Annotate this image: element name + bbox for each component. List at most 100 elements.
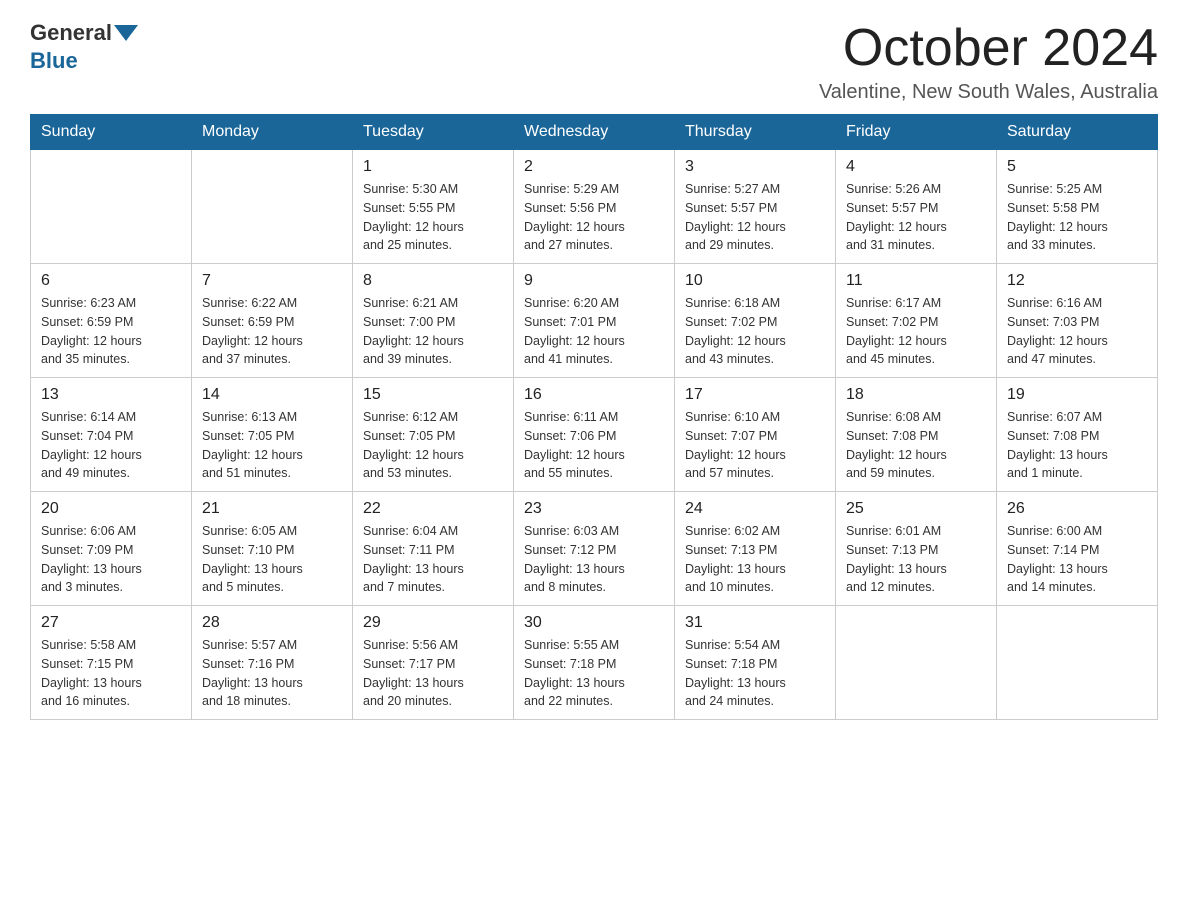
weekday-header-monday: Monday [192,115,353,150]
day-info: Sunrise: 6:06 AM Sunset: 7:09 PM Dayligh… [41,522,181,597]
calendar-week-row: 13 Sunrise: 6:14 AM Sunset: 7:04 PM Dayli… [31,378,1158,492]
calendar-cell: 9 Sunrise: 6:20 AM Sunset: 7:01 PM Daylig… [514,264,675,378]
day-number: 2 [524,158,664,176]
calendar-cell: 21Sunrise: 6:05 AM Sunset: 7:10 PM Dayli… [192,492,353,606]
day-info: Sunrise: 6:20 AM Sunset: 7:01 PM Dayligh… [524,294,664,369]
weekday-header-wednesday: Wednesday [514,115,675,150]
calendar-cell: 24Sunrise: 6:02 AM Sunset: 7:13 PM Dayli… [675,492,836,606]
calendar-cell: 19 Sunrise: 6:07 AM Sunset: 7:08 PM Dayli… [997,378,1158,492]
calendar-cell: 8Sunrise: 6:21 AM Sunset: 7:00 PM Daylig… [353,264,514,378]
day-number: 29 [363,614,503,632]
day-number: 18 [846,386,986,404]
calendar-cell [192,150,353,264]
calendar-cell: 4 Sunrise: 5:26 AM Sunset: 5:57 PM Daylig… [836,150,997,264]
day-info: Sunrise: 6:01 AM Sunset: 7:13 PM Dayligh… [846,522,986,597]
calendar-table: SundayMondayTuesdayWednesdayThursdayFrid… [30,114,1158,720]
day-info: Sunrise: 5:27 AM Sunset: 5:57 PM Dayligh… [685,180,825,255]
calendar-cell: 25Sunrise: 6:01 AM Sunset: 7:13 PM Dayli… [836,492,997,606]
day-number: 13 [41,386,181,404]
weekday-header-tuesday: Tuesday [353,115,514,150]
day-number: 21 [202,500,342,518]
day-number: 12 [1007,272,1147,290]
calendar-cell: 26 Sunrise: 6:00 AM Sunset: 7:14 PM Dayli… [997,492,1158,606]
calendar-cell: 29 Sunrise: 5:56 AM Sunset: 7:17 PM Dayli… [353,606,514,720]
day-number: 4 [846,158,986,176]
day-info: Sunrise: 6:14 AM Sunset: 7:04 PM Dayligh… [41,408,181,483]
weekday-header-sunday: Sunday [31,115,192,150]
day-number: 9 [524,272,664,290]
day-number: 27 [41,614,181,632]
calendar-cell: 17 Sunrise: 6:10 AM Sunset: 7:07 PM Dayli… [675,378,836,492]
calendar-week-row: 27 Sunrise: 5:58 AM Sunset: 7:15 PM Dayli… [31,606,1158,720]
day-number: 31 [685,614,825,632]
day-info: Sunrise: 5:30 AM Sunset: 5:55 PM Dayligh… [363,180,503,255]
logo-blue-text: Blue [30,48,78,73]
day-number: 3 [685,158,825,176]
day-info: Sunrise: 5:56 AM Sunset: 7:17 PM Dayligh… [363,636,503,711]
day-info: Sunrise: 5:26 AM Sunset: 5:57 PM Dayligh… [846,180,986,255]
logo: General Blue [30,20,140,74]
calendar-week-row: 20 Sunrise: 6:06 AM Sunset: 7:09 PM Dayli… [31,492,1158,606]
day-number: 5 [1007,158,1147,176]
day-number: 17 [685,386,825,404]
day-info: Sunrise: 5:29 AM Sunset: 5:56 PM Dayligh… [524,180,664,255]
calendar-cell: 15 Sunrise: 6:12 AM Sunset: 7:05 PM Dayli… [353,378,514,492]
day-number: 22 [363,500,503,518]
day-info: Sunrise: 5:58 AM Sunset: 7:15 PM Dayligh… [41,636,181,711]
calendar-cell: 23Sunrise: 6:03 AM Sunset: 7:12 PM Dayli… [514,492,675,606]
weekday-header-friday: Friday [836,115,997,150]
day-info: Sunrise: 6:16 AM Sunset: 7:03 PM Dayligh… [1007,294,1147,369]
calendar-cell: 7Sunrise: 6:22 AM Sunset: 6:59 PM Daylig… [192,264,353,378]
day-info: Sunrise: 5:25 AM Sunset: 5:58 PM Dayligh… [1007,180,1147,255]
calendar-cell: 30 Sunrise: 5:55 AM Sunset: 7:18 PM Dayli… [514,606,675,720]
calendar-week-row: 1Sunrise: 5:30 AM Sunset: 5:55 PM Daylig… [31,150,1158,264]
day-number: 16 [524,386,664,404]
calendar-cell: 14Sunrise: 6:13 AM Sunset: 7:05 PM Dayli… [192,378,353,492]
day-info: Sunrise: 6:08 AM Sunset: 7:08 PM Dayligh… [846,408,986,483]
day-number: 19 [1007,386,1147,404]
calendar-cell: 6 Sunrise: 6:23 AM Sunset: 6:59 PM Daylig… [31,264,192,378]
day-info: Sunrise: 6:00 AM Sunset: 7:14 PM Dayligh… [1007,522,1147,597]
calendar-cell: 3 Sunrise: 5:27 AM Sunset: 5:57 PM Daylig… [675,150,836,264]
weekday-header-thursday: Thursday [675,115,836,150]
day-info: Sunrise: 6:10 AM Sunset: 7:07 PM Dayligh… [685,408,825,483]
calendar-cell [31,150,192,264]
day-number: 10 [685,272,825,290]
day-info: Sunrise: 6:12 AM Sunset: 7:05 PM Dayligh… [363,408,503,483]
calendar-cell: 2 Sunrise: 5:29 AM Sunset: 5:56 PM Daylig… [514,150,675,264]
page-header: General Blue October 2024 Valentine, New… [30,20,1158,104]
day-info: Sunrise: 5:55 AM Sunset: 7:18 PM Dayligh… [524,636,664,711]
day-info: Sunrise: 5:57 AM Sunset: 7:16 PM Dayligh… [202,636,342,711]
day-number: 23 [524,500,664,518]
logo-general-text: General [30,20,112,46]
calendar-header-row: SundayMondayTuesdayWednesdayThursdayFrid… [31,115,1158,150]
day-info: Sunrise: 6:17 AM Sunset: 7:02 PM Dayligh… [846,294,986,369]
day-number: 15 [363,386,503,404]
day-info: Sunrise: 6:07 AM Sunset: 7:08 PM Dayligh… [1007,408,1147,483]
calendar-cell [997,606,1158,720]
calendar-cell: 31Sunrise: 5:54 AM Sunset: 7:18 PM Dayli… [675,606,836,720]
calendar-cell: 10Sunrise: 6:18 AM Sunset: 7:02 PM Dayli… [675,264,836,378]
day-info: Sunrise: 6:23 AM Sunset: 6:59 PM Dayligh… [41,294,181,369]
calendar-cell: 18 Sunrise: 6:08 AM Sunset: 7:08 PM Dayli… [836,378,997,492]
day-number: 6 [41,272,181,290]
day-number: 28 [202,614,342,632]
day-info: Sunrise: 6:21 AM Sunset: 7:00 PM Dayligh… [363,294,503,369]
day-number: 20 [41,500,181,518]
calendar-cell: 12 Sunrise: 6:16 AM Sunset: 7:03 PM Dayli… [997,264,1158,378]
calendar-cell: 13 Sunrise: 6:14 AM Sunset: 7:04 PM Dayli… [31,378,192,492]
location-title: Valentine, New South Wales, Australia [819,81,1158,104]
calendar-cell: 5 Sunrise: 5:25 AM Sunset: 5:58 PM Daylig… [997,150,1158,264]
calendar-cell: 1Sunrise: 5:30 AM Sunset: 5:55 PM Daylig… [353,150,514,264]
day-number: 7 [202,272,342,290]
calendar-cell: 11 Sunrise: 6:17 AM Sunset: 7:02 PM Dayli… [836,264,997,378]
day-number: 26 [1007,500,1147,518]
calendar-week-row: 6 Sunrise: 6:23 AM Sunset: 6:59 PM Daylig… [31,264,1158,378]
day-number: 30 [524,614,664,632]
day-info: Sunrise: 6:13 AM Sunset: 7:05 PM Dayligh… [202,408,342,483]
weekday-header-saturday: Saturday [997,115,1158,150]
calendar-cell: 28 Sunrise: 5:57 AM Sunset: 7:16 PM Dayli… [192,606,353,720]
day-number: 24 [685,500,825,518]
day-info: Sunrise: 6:11 AM Sunset: 7:06 PM Dayligh… [524,408,664,483]
day-number: 11 [846,272,986,290]
